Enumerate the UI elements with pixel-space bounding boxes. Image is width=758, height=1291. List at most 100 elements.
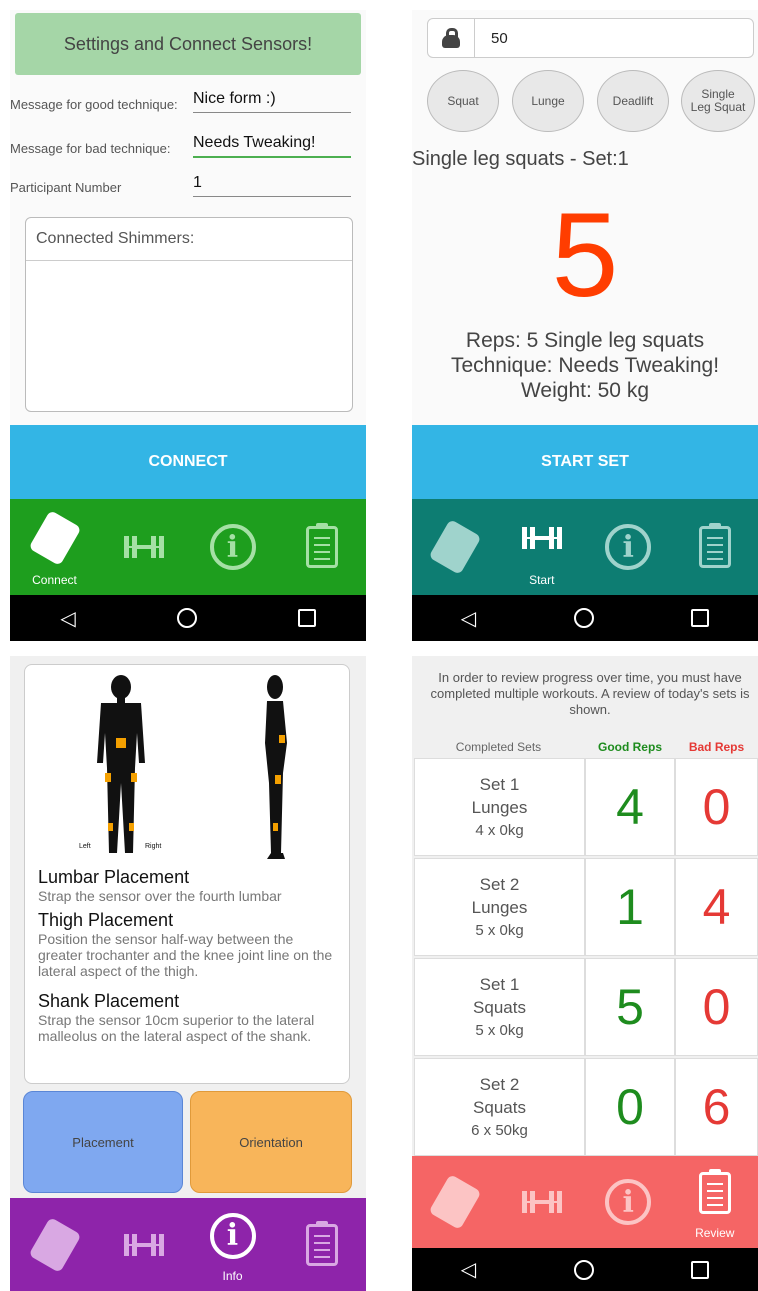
home-icon[interactable] bbox=[176, 608, 197, 628]
body-left-label: Left bbox=[79, 843, 91, 850]
row-exercise: Squats bbox=[473, 1097, 526, 1117]
orientation-button[interactable]: Orientation bbox=[190, 1091, 352, 1193]
bottom-nav: i Info bbox=[10, 1198, 366, 1291]
row-load: 6 x 50kg bbox=[471, 1121, 528, 1139]
nav-review[interactable] bbox=[282, 499, 362, 595]
nav-start[interactable]: Start bbox=[502, 499, 582, 595]
row-set: Set 2 bbox=[479, 874, 520, 894]
bad-technique-input[interactable]: Needs Tweaking! bbox=[193, 134, 351, 158]
dumbbell-icon bbox=[521, 527, 562, 549]
review-notice: In order to review progress over time, y… bbox=[430, 670, 750, 717]
col-header-good: Good Reps bbox=[597, 740, 662, 754]
placement-button[interactable]: Placement bbox=[23, 1091, 183, 1193]
body-side-figure bbox=[265, 675, 287, 859]
recents-icon[interactable] bbox=[691, 1260, 710, 1279]
col-header-bad: Bad Reps bbox=[688, 740, 745, 754]
home-icon[interactable] bbox=[573, 608, 594, 628]
participant-number-input[interactable]: 1 bbox=[193, 174, 351, 197]
lumbar-title: Lumbar Placement bbox=[38, 867, 190, 887]
table-row-good-cell: 1 bbox=[585, 858, 675, 956]
info-card[interactable]: Left Right Lumbar Placement Strap the se… bbox=[24, 664, 350, 1084]
nav-connect[interactable]: Connect bbox=[15, 499, 95, 595]
nav-info[interactable]: i bbox=[193, 499, 273, 595]
system-nav-bar: ◁ bbox=[412, 595, 758, 641]
system-nav-bar: ◁ bbox=[10, 595, 366, 641]
row-good-reps: 0 bbox=[616, 1079, 644, 1135]
nav-start[interactable] bbox=[104, 499, 184, 595]
nav-start-label: Start bbox=[529, 573, 555, 587]
clipboard-icon bbox=[305, 1220, 338, 1266]
exercise-single-leg-squat-button[interactable]: Single Leg Squat bbox=[681, 70, 755, 132]
bottom-nav: Start i bbox=[412, 499, 758, 595]
nav-review-label: Review bbox=[695, 1226, 735, 1240]
nav-connect-label: Connect bbox=[32, 573, 77, 587]
connect-button[interactable]: CONNECT bbox=[10, 425, 366, 499]
row-set: Set 1 bbox=[479, 974, 520, 994]
start-set-button[interactable]: START SET bbox=[412, 425, 758, 499]
row-load: 4 x 0kg bbox=[475, 821, 524, 839]
thigh-text: Position the sensor half-way between the… bbox=[38, 931, 333, 979]
clipboard-icon bbox=[698, 1169, 731, 1214]
row-load: 5 x 0kg bbox=[475, 1021, 524, 1039]
recents-icon[interactable] bbox=[297, 609, 316, 627]
sensor-card-icon bbox=[428, 518, 482, 576]
table-row-set-cell[interactable]: Set 2 Squats 6 x 50kg bbox=[414, 1058, 585, 1156]
recents-icon[interactable] bbox=[691, 609, 710, 627]
orientation-button-label: Orientation bbox=[239, 1134, 303, 1150]
good-technique-input[interactable]: Nice form :) bbox=[193, 90, 351, 113]
exercise-deadlift-button[interactable]: Deadlift bbox=[597, 70, 669, 132]
rep-counter: 5 bbox=[551, 188, 619, 322]
nav-connect[interactable] bbox=[415, 1156, 495, 1248]
body-right-label: Right bbox=[145, 843, 162, 850]
back-icon[interactable]: ◁ bbox=[461, 1257, 476, 1282]
row-bad-reps: 0 bbox=[702, 979, 731, 1035]
info-icon: i bbox=[605, 1179, 652, 1225]
weight-value: 50 bbox=[491, 29, 508, 47]
nav-start[interactable] bbox=[502, 1156, 582, 1248]
nav-review[interactable] bbox=[675, 499, 755, 595]
exercise-squat-button[interactable]: Squat bbox=[427, 70, 499, 132]
clipboard-icon bbox=[305, 523, 338, 568]
table-row-set-cell[interactable]: Set 1 Squats 5 x 0kg bbox=[414, 958, 585, 1056]
row-set: Set 1 bbox=[479, 774, 520, 794]
bottom-nav: Connect i bbox=[10, 499, 366, 595]
col-header-sets: Completed Sets bbox=[455, 740, 542, 754]
connect-header-text: Settings and Connect Sensors! bbox=[63, 33, 313, 54]
exercise-lunge-button[interactable]: Lunge bbox=[512, 70, 584, 132]
weight-field[interactable]: 50 bbox=[427, 18, 754, 58]
row-exercise: Lunges bbox=[471, 797, 528, 817]
placement-text: Lumbar Placement Strap the sensor over t… bbox=[38, 867, 338, 1044]
table-row-bad-cell: 0 bbox=[675, 758, 758, 856]
table-row-good-cell: 5 bbox=[585, 958, 675, 1056]
back-icon[interactable]: ◁ bbox=[60, 606, 75, 631]
connected-shimmers-title: Connected Shimmers: bbox=[26, 218, 352, 261]
exercise-deadlift-label: Deadlift bbox=[612, 93, 654, 108]
nav-connect[interactable] bbox=[415, 499, 495, 595]
nav-connect[interactable] bbox=[15, 1198, 95, 1291]
table-row-good-cell: 0 bbox=[585, 1058, 675, 1156]
kettlebell-icon bbox=[428, 19, 475, 57]
connect-button-label: CONNECT bbox=[148, 453, 228, 470]
good-technique-label: Message for good technique: bbox=[10, 97, 178, 112]
connect-header: Settings and Connect Sensors! bbox=[15, 13, 361, 75]
summary-technique: Technique: Needs Tweaking! bbox=[450, 354, 720, 377]
set-summary: Reps: 5 Single leg squats Technique: Nee… bbox=[412, 328, 758, 403]
nav-start[interactable] bbox=[104, 1198, 184, 1291]
back-icon[interactable]: ◁ bbox=[461, 606, 476, 631]
connected-shimmers-list[interactable]: Connected Shimmers: bbox=[25, 217, 353, 412]
nav-review[interactable]: Review bbox=[675, 1156, 755, 1248]
nav-info[interactable]: i bbox=[588, 1156, 668, 1248]
home-icon[interactable] bbox=[573, 1259, 594, 1280]
table-row-bad-cell: 0 bbox=[675, 958, 758, 1056]
nav-info[interactable]: i Info bbox=[193, 1198, 273, 1291]
sensor-card-icon bbox=[27, 1216, 82, 1273]
nav-review[interactable] bbox=[282, 1198, 362, 1291]
row-bad-reps: 4 bbox=[702, 879, 731, 935]
nav-info[interactable]: i bbox=[588, 499, 668, 595]
table-row-good-cell: 4 bbox=[585, 758, 675, 856]
row-set: Set 2 bbox=[479, 1074, 520, 1094]
table-row-set-cell[interactable]: Set 2 Lunges 5 x 0kg bbox=[414, 858, 585, 956]
dumbbell-icon bbox=[123, 1233, 164, 1256]
row-good-reps: 4 bbox=[616, 779, 644, 835]
table-row-set-cell[interactable]: Set 1 Lunges 4 x 0kg bbox=[414, 758, 585, 856]
